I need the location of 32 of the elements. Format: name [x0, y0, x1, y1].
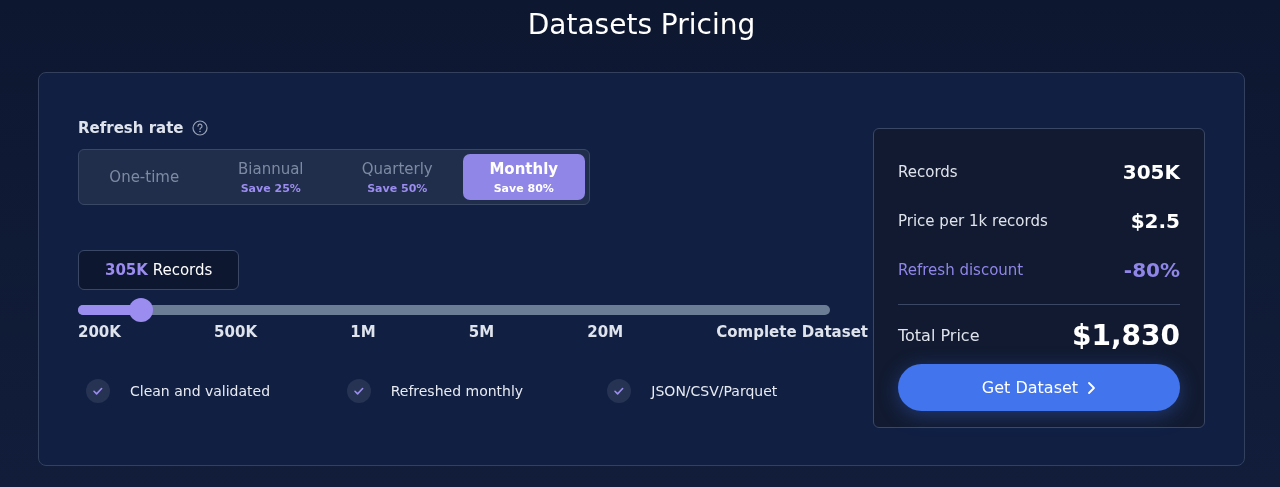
page-title: Datasets Pricing: [526, 7, 757, 43]
summary-value: $2.5: [1130, 208, 1180, 233]
summary-label: Price per 1k records: [898, 211, 1048, 230]
refresh-rate-option[interactable]: Quarterly Save 50%: [336, 154, 459, 200]
total-price-label: Total Price: [898, 326, 980, 345]
refresh-rate-option[interactable]: Biannual Save 25%: [209, 154, 332, 200]
summary-label: Refresh discount: [898, 260, 1024, 279]
records-slider[interactable]: [78, 298, 830, 322]
summary-label: Records: [898, 162, 958, 181]
slider-tick-label: 20M: [587, 323, 624, 341]
get-dataset-button[interactable]: Get Dataset: [898, 364, 1180, 411]
check-icon: [607, 379, 632, 403]
slider-tick-label: Complete Dataset: [716, 323, 868, 341]
summary-value: 305K: [1122, 159, 1180, 184]
slider-tick-label: 5M: [468, 323, 495, 341]
chevron-right-icon: [1086, 380, 1097, 395]
slider-thumb[interactable]: [129, 298, 154, 322]
check-icon: [346, 379, 371, 403]
check-icon: [86, 379, 110, 403]
total-price-value: $1,830: [1071, 319, 1180, 352]
summary-value: -80%: [1123, 257, 1180, 282]
slider-tick-label: 200K: [78, 323, 121, 341]
slider-tick-label: 1M: [350, 323, 376, 341]
records-count: 305K Records: [78, 250, 240, 290]
slider-tick-label: 500K: [214, 323, 258, 341]
refresh-rate-option[interactable]: Monthly Save 80%: [462, 154, 585, 200]
feature-text: Clean and validated: [130, 383, 271, 399]
feature-text: Refreshed monthly: [390, 383, 524, 399]
help-icon[interactable]: [191, 120, 208, 136]
refresh-rate-label: Refresh rate: [78, 119, 184, 137]
feature-text: JSON/CSV/Parquet: [651, 383, 778, 399]
refresh-rate-option[interactable]: One-time: [83, 154, 206, 200]
